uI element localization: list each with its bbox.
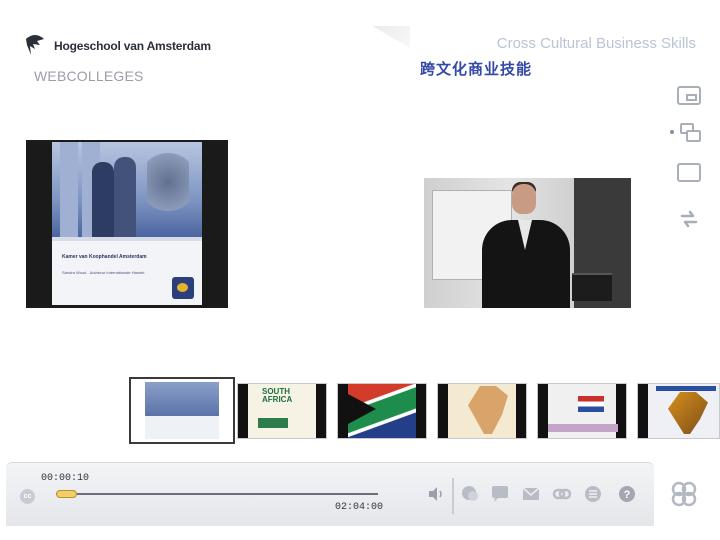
course-title-chinese: 跨文化商业技能 bbox=[420, 60, 533, 78]
layout-split-button[interactable] bbox=[670, 121, 702, 145]
hva-logo-icon bbox=[26, 35, 44, 55]
slide-thumbnail-5[interactable] bbox=[537, 383, 627, 439]
mail-icon[interactable] bbox=[521, 484, 541, 504]
slide-thumbnail-6[interactable] bbox=[637, 383, 720, 439]
section-subtitle: WEBCOLLEGES bbox=[34, 68, 144, 84]
slide-thumbnail-3[interactable] bbox=[337, 383, 427, 439]
chat-icon[interactable] bbox=[460, 484, 480, 504]
volume-icon[interactable] bbox=[426, 484, 446, 504]
logo-text: Hogeschool van Amsterdam bbox=[54, 39, 211, 53]
slide-title: Kamer van Koophandel Amsterdam bbox=[62, 254, 147, 260]
layout-pip-button[interactable] bbox=[677, 86, 701, 105]
laptop bbox=[572, 273, 612, 301]
swap-icon[interactable] bbox=[679, 208, 699, 230]
slide-thumbnail-1[interactable] bbox=[129, 377, 235, 444]
slide-viewer[interactable]: Kamer van Koophandel Amsterdam Sandra Wo… bbox=[26, 140, 228, 308]
slide-thumbnail-4[interactable] bbox=[437, 383, 527, 439]
current-slide: Kamer van Koophandel Amsterdam Sandra Wo… bbox=[52, 142, 202, 305]
speaker-video[interactable] bbox=[424, 178, 631, 308]
comment-icon[interactable] bbox=[490, 484, 510, 504]
course-title-english: Cross Cultural Business Skills bbox=[496, 35, 696, 52]
thumbnail-text: SOUTH AFRICA bbox=[262, 387, 293, 404]
current-time: 00:00:10 bbox=[41, 473, 90, 484]
seek-handle[interactable] bbox=[56, 490, 77, 498]
selected-indicator bbox=[670, 130, 674, 134]
help-icon[interactable]: ? bbox=[617, 484, 637, 504]
brand-icon bbox=[671, 481, 697, 507]
divider bbox=[452, 478, 454, 514]
total-time: 02:04:00 bbox=[335, 502, 384, 513]
slide-presenter: Sandra Wood - Adviseur Internationale Ha… bbox=[62, 270, 145, 275]
slide-logo bbox=[172, 277, 194, 299]
slide-thumbnail-2[interactable]: SOUTH AFRICA bbox=[237, 383, 327, 439]
page-corner-decoration bbox=[372, 26, 410, 48]
layout-pip-icon bbox=[686, 94, 697, 101]
list-icon[interactable] bbox=[583, 484, 603, 504]
closed-captions-button[interactable]: cc bbox=[20, 489, 35, 504]
link-icon[interactable] bbox=[552, 484, 572, 504]
layout-single-button[interactable] bbox=[677, 163, 701, 182]
institution-logo: Hogeschool van Amsterdam bbox=[24, 33, 211, 59]
svg-text:?: ? bbox=[624, 489, 631, 501]
seek-bar[interactable] bbox=[56, 493, 378, 495]
